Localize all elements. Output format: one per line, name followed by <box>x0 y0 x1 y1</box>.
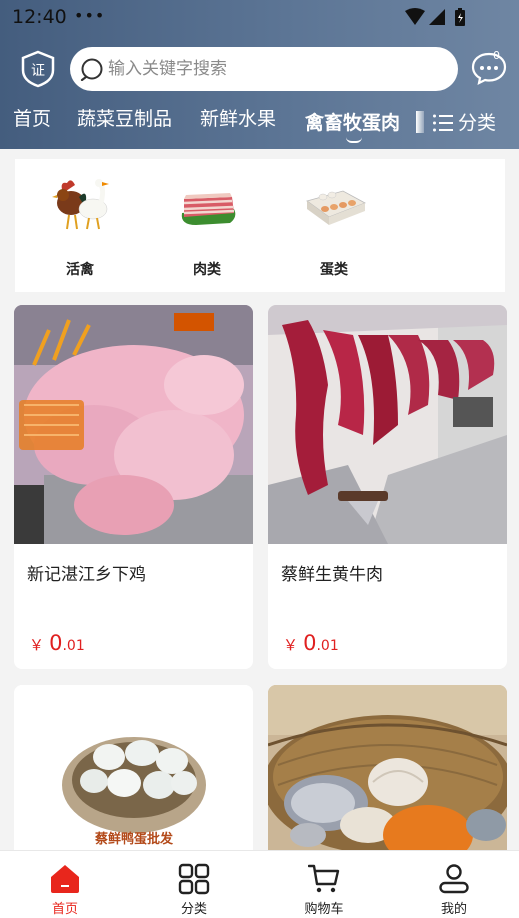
product-card[interactable]: 蔡鲜生黄牛肉 ￥ 0.01 <box>268 305 507 669</box>
tab-home[interactable]: 首页 <box>13 104 51 131</box>
status-time: 12:40 <box>12 6 67 28</box>
eggs-icon <box>306 190 366 225</box>
product-title: 新记湛江乡下鸡 <box>27 565 146 585</box>
search-bar[interactable] <box>70 47 458 91</box>
message-badge: 0 <box>493 49 500 62</box>
nav-label: 购物车 <box>304 902 344 917</box>
tab-livestock-eggs-meat[interactable]: 禽畜牧蛋肉 <box>305 108 400 135</box>
cart-icon <box>308 864 340 893</box>
status-icons <box>405 8 465 26</box>
nav-home[interactable]: 首页 <box>0 851 130 918</box>
nav-category[interactable]: 分类 <box>129 851 259 918</box>
grid-icon <box>178 863 210 895</box>
category-button[interactable]: 分类 <box>458 108 496 135</box>
subcategory-eggs[interactable]: 蛋类 <box>269 159 399 292</box>
status-bar: 12:40 ••• <box>0 0 519 34</box>
svg-text:证: 证 <box>31 63 45 79</box>
nav-label: 我的 <box>440 902 467 917</box>
signal-icon <box>429 9 445 25</box>
product-image-chicken <box>14 305 253 544</box>
product-card[interactable]: 新记湛江乡下鸡 ￥ 0.01 <box>14 305 253 669</box>
product-image-beef <box>268 305 507 544</box>
tab-fruits[interactable]: 新鲜水果 <box>200 104 276 131</box>
product-price: ￥ 0.01 <box>29 631 85 655</box>
product-price: ￥ 0.01 <box>283 631 339 655</box>
nav-label: 首页 <box>51 902 78 917</box>
list-icon[interactable] <box>432 113 454 133</box>
bottom-navigation: 首页 分类 购物车 我的 <box>0 850 519 918</box>
meat-icon <box>181 193 236 225</box>
nav-label: 分类 <box>180 902 207 917</box>
subcategory-label: 肉类 <box>193 262 221 278</box>
status-notification-dots: ••• <box>74 6 106 25</box>
search-icon <box>80 58 103 81</box>
subcategory-panel: 活禽 肉类 蛋类 <box>15 159 505 292</box>
header: 12:40 ••• 证 0 首页 蔬菜豆制品 新鲜水果 禽畜牧蛋肉 <box>0 0 519 149</box>
home-icon <box>51 865 79 893</box>
subcategory-label: 活禽 <box>66 262 94 278</box>
subcategory-poultry[interactable]: 活禽 <box>15 159 145 292</box>
subcategory-meat[interactable]: 肉类 <box>142 159 272 292</box>
poultry-icon <box>52 179 109 230</box>
message-icon[interactable] <box>470 50 508 86</box>
user-icon <box>439 864 469 894</box>
tab-vegetables[interactable]: 蔬菜豆制品 <box>77 104 172 131</box>
subcategory-label: 蛋类 <box>320 262 348 278</box>
product-image-caption: 蔡鲜鸭蛋批发 <box>94 831 174 847</box>
nav-profile[interactable]: 我的 <box>389 851 519 918</box>
nav-cart[interactable]: 购物车 <box>259 851 389 918</box>
wifi-icon <box>405 8 425 25</box>
tabs-scroll-fade <box>416 111 424 133</box>
product-title: 蔡鲜生黄牛肉 <box>281 565 383 585</box>
certified-shield-icon[interactable]: 证 <box>20 50 56 88</box>
search-input[interactable] <box>108 47 438 91</box>
